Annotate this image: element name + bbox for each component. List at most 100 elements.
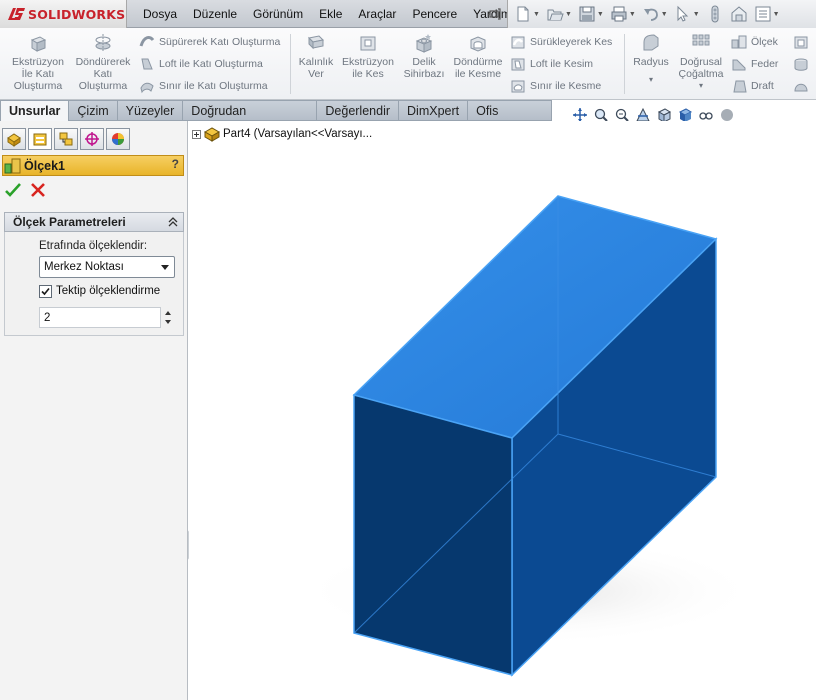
save-button[interactable]: ▼ xyxy=(578,5,604,23)
loft-cut-button[interactable]: Loft ile Kesim xyxy=(510,56,593,72)
scale-factor-spinner[interactable] xyxy=(162,307,175,328)
loft-boss-label: Loft ile Katı Oluşturma xyxy=(159,58,263,70)
undo-button[interactable]: ▼ xyxy=(642,5,668,23)
command-manager-ribbon: Ekstrüzyon İle Katı Oluşturma Döndürerek… xyxy=(0,28,816,100)
app-logo-text: SOLIDWORKS xyxy=(28,7,126,22)
boundary-boss-button[interactable]: Sınır ile Katı Oluşturma xyxy=(139,78,268,94)
loft-boss-icon xyxy=(141,58,153,70)
draft-label: Draft xyxy=(751,80,774,92)
linear-pattern-button[interactable]: Doğrusal Çoğaltma ▾ xyxy=(675,32,727,92)
new-document-icon xyxy=(517,6,529,22)
print-button[interactable]: ▼ xyxy=(610,5,636,23)
app-logo[interactable]: SOLIDWORKS xyxy=(0,0,127,28)
scale-about-value: Merkez Noktası xyxy=(44,261,124,273)
rebuild-button[interactable] xyxy=(706,5,724,23)
configuration-manager-icon xyxy=(59,132,73,146)
open-button[interactable]: ▼ xyxy=(546,5,572,23)
scale-button[interactable]: Ölçek xyxy=(731,34,778,50)
shell-button[interactable] xyxy=(793,34,809,50)
boundary-cut-button[interactable]: Sınır ile Kesme xyxy=(510,78,601,94)
wrap-button[interactable] xyxy=(793,56,809,72)
sweep-cut-button[interactable]: Sürükleyerek Kes xyxy=(510,34,612,50)
undo-icon xyxy=(643,8,658,21)
tab-surfaces[interactable]: Yüzeyler xyxy=(117,100,184,121)
dimxpert-manager-tab[interactable] xyxy=(80,128,104,150)
loft-cut-icon xyxy=(511,58,525,71)
select-button[interactable]: ▼ xyxy=(674,5,700,23)
menu-file[interactable]: Dosya xyxy=(135,0,185,28)
tab-evaluate[interactable]: Değerlendir xyxy=(317,100,400,121)
chevron-down-icon: ▼ xyxy=(628,10,636,18)
tab-dimxpert[interactable]: DimXpert xyxy=(399,100,469,121)
expand-tree-icon[interactable] xyxy=(192,129,201,139)
menu-view[interactable]: Görünüm xyxy=(245,0,311,28)
chevron-down-icon: ▾ xyxy=(648,75,653,84)
hole-wizard-label-1: Delik xyxy=(412,56,436,68)
new-button[interactable]: ▼ xyxy=(514,5,540,23)
draft-button[interactable]: Draft xyxy=(731,78,774,94)
draft-icon xyxy=(733,80,747,93)
main-menu: Dosya Düzenle Görünüm Ekle Araçlar Pence… xyxy=(135,0,519,28)
chevron-down-icon: ▼ xyxy=(692,10,700,18)
cursor-arrow-icon xyxy=(677,5,688,22)
uniform-scaling-checkbox[interactable] xyxy=(39,285,52,298)
scale-factor-input[interactable] xyxy=(39,307,161,328)
ribbon-separator xyxy=(624,34,625,94)
feature-tree-root[interactable]: Part4 (Varsayılan<<Varsayı... xyxy=(192,126,372,142)
revolve-boss-icon xyxy=(95,34,111,52)
linear-pattern-icon xyxy=(692,34,710,46)
command-tabs: Unsurlar Çizim Yüzeyler Doğrudan Düzenle… xyxy=(0,100,552,138)
file-properties-icon xyxy=(731,6,747,22)
thicken-button[interactable]: Kalınlık Ver xyxy=(296,32,336,80)
fillet-button[interactable]: Radyus ▾ xyxy=(630,32,672,86)
extrude-boss-label-3: Oluşturma xyxy=(13,80,63,92)
boundary-boss-label: Sınır ile Katı Oluşturma xyxy=(159,80,268,92)
tab-direct-editing[interactable]: Doğrudan Düzenleme xyxy=(183,100,318,138)
property-manager-icon xyxy=(33,133,47,146)
sweep-boss-button[interactable]: Süpürerek Katı Oluşturma xyxy=(139,34,280,50)
hole-wizard-button[interactable]: Delik Sihirbazı xyxy=(402,32,446,80)
loft-boss-button[interactable]: Loft ile Katı Oluşturma xyxy=(139,56,263,72)
extrude-boss-label-2: İle Katı xyxy=(21,68,55,80)
menu-edit[interactable]: Düzenle xyxy=(185,0,245,28)
tab-sketch[interactable]: Çizim xyxy=(69,100,118,121)
options-list-icon xyxy=(755,6,771,22)
menu-window[interactable]: Pencere xyxy=(404,0,465,28)
menu-insert[interactable]: Ekle xyxy=(311,0,350,28)
sweep-cut-icon xyxy=(511,36,525,49)
menu-tools[interactable]: Araçlar xyxy=(350,0,404,28)
tab-office-products[interactable]: Ofis Ürünleri xyxy=(468,100,552,138)
property-manager-title: Ölçek1 xyxy=(24,158,66,173)
rib-button[interactable]: Feder xyxy=(731,56,778,72)
collapse-chevron-icon[interactable] xyxy=(166,215,180,229)
display-manager-tab[interactable] xyxy=(106,128,130,150)
feature-manager-tab[interactable] xyxy=(2,128,26,150)
ok-checkmark-icon[interactable] xyxy=(5,182,21,198)
file-properties-button[interactable] xyxy=(730,5,748,23)
property-manager-tab[interactable] xyxy=(28,128,52,150)
box-front-face[interactable] xyxy=(353,394,513,676)
spin-down-icon[interactable] xyxy=(165,320,171,324)
chevron-down-icon: ▼ xyxy=(596,10,604,18)
scale-parameters-group: Etrafında ölçeklendir: Merkez Noktası Te… xyxy=(4,232,184,336)
scale-parameters-title: Ölçek Parametreleri xyxy=(13,215,126,229)
box-model-3d[interactable] xyxy=(189,121,816,700)
thicken-label-2: Ver xyxy=(308,68,324,80)
revolve-boss-button[interactable]: Döndürerek Katı Oluşturma xyxy=(72,32,134,92)
spin-up-icon[interactable] xyxy=(165,311,171,315)
tab-features[interactable]: Unsurlar xyxy=(0,100,70,121)
scale-parameters-group-header[interactable]: Ölçek Parametreleri xyxy=(4,212,184,232)
dome-button[interactable] xyxy=(793,78,809,94)
revolve-cut-button[interactable]: Döndürme ile Kesme xyxy=(451,32,505,80)
options-button[interactable]: ▼ xyxy=(754,5,780,23)
pin-menu-icon[interactable] xyxy=(488,7,502,21)
graphics-area[interactable]: Part4 (Varsayılan<<Varsayı... xyxy=(189,121,816,700)
extrude-boss-button[interactable]: Ekstrüzyon İle Katı Oluşturma xyxy=(8,32,68,92)
revolve-cut-label-1: Döndürme xyxy=(453,56,503,68)
print-icon xyxy=(611,6,627,22)
extrude-cut-button[interactable]: Ekstrüzyon ile Kes xyxy=(339,32,397,80)
scale-about-dropdown[interactable]: Merkez Noktası xyxy=(39,256,175,278)
cancel-x-icon[interactable] xyxy=(30,182,46,198)
configuration-manager-tab[interactable] xyxy=(54,128,78,150)
help-button[interactable]: ? xyxy=(172,157,179,171)
